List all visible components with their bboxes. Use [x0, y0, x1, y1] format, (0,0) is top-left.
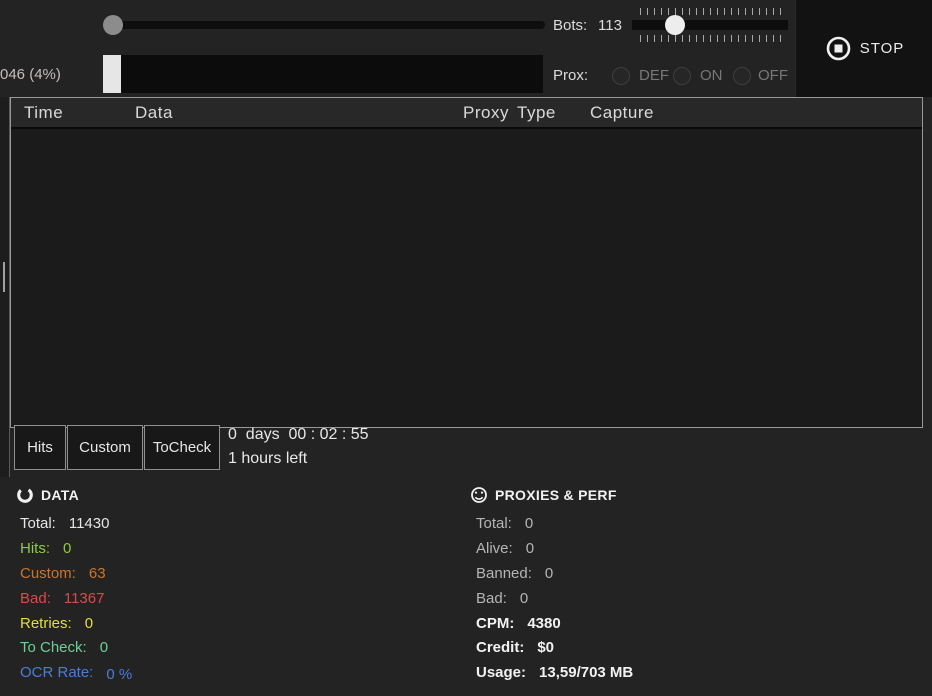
bots-slider-ticks-top	[640, 8, 781, 15]
proxies-section-header: PROXIES & PERF	[470, 486, 617, 504]
column-header-proxy[interactable]: Proxy	[463, 103, 509, 123]
bots-slider-track[interactable]	[632, 20, 788, 30]
stat-bad: Bad: 11367	[20, 589, 105, 607]
tab-tocheck[interactable]: ToCheck	[144, 425, 220, 470]
stat-cpm: CPM: 4380	[476, 614, 561, 632]
proxies-stats-list: Total: 0 Alive: 0 Banned: 0 Bad: 0 CPM: …	[476, 511, 633, 685]
proxy-stat-bad: Bad: 0	[476, 589, 529, 607]
proxy-off-radio[interactable]	[733, 67, 751, 85]
proxy-stat-alive: Alive: 0	[476, 539, 535, 557]
bots-slider[interactable]	[632, 3, 788, 47]
column-header-data[interactable]: Data	[135, 103, 173, 123]
stat-total: Total: 11430	[20, 514, 110, 532]
column-header-time[interactable]: Time	[24, 103, 63, 123]
bots-slider-handle[interactable]	[665, 15, 685, 35]
speed-slider[interactable]	[103, 14, 547, 36]
gauge-icon	[470, 486, 488, 504]
bots-slider-ticks-bottom	[640, 35, 781, 42]
bots-label: Bots:	[553, 17, 588, 34]
timer-remaining: 1 hours left	[228, 450, 308, 467]
bots-value: 113	[598, 17, 622, 34]
progress-label: 046 (4%)	[0, 66, 61, 83]
progress-bar-fill	[103, 55, 121, 93]
results-table-header: Time Data Proxy Type Capture	[11, 98, 922, 129]
ring-chart-icon	[16, 486, 34, 504]
prox-label: Prox:	[553, 67, 589, 84]
speed-slider-track[interactable]	[105, 21, 545, 29]
tab-hits[interactable]: Hits	[14, 425, 66, 470]
results-table: Time Data Proxy Type Capture	[10, 97, 923, 428]
data-section-header: DATA	[16, 486, 79, 504]
proxy-def-radio[interactable]	[612, 67, 630, 85]
proxy-on-radio[interactable]	[673, 67, 691, 85]
column-header-capture[interactable]: Capture	[590, 103, 654, 123]
proxy-def-label[interactable]: DEF	[639, 67, 669, 84]
stat-credit: Credit: $0	[476, 639, 555, 657]
left-splitter[interactable]	[0, 97, 10, 477]
proxy-off-label[interactable]: OFF	[758, 67, 788, 84]
stat-tocheck: To Check: 0	[20, 639, 109, 657]
proxy-stat-total: Total: 0	[476, 514, 534, 532]
stat-usage: Usage: 13,59/703 MB	[476, 664, 634, 682]
proxy-on-label[interactable]: ON	[700, 67, 723, 84]
checker-window: 046 (4%) Bots: 113 Prox: DEF ON OFF STOP…	[0, 0, 932, 696]
stop-button[interactable]: STOP	[795, 0, 932, 97]
proxy-stat-banned: Banned: 0	[476, 564, 554, 582]
speed-slider-handle[interactable]	[103, 15, 123, 35]
stat-custom: Custom: 63	[20, 564, 106, 582]
progress-bar	[103, 55, 543, 93]
stat-hits: Hits: 0	[20, 539, 72, 557]
stat-retries: Retries: 0	[20, 614, 94, 632]
stop-button-label: STOP	[859, 40, 905, 57]
column-header-type[interactable]: Type	[517, 103, 556, 123]
proxies-section-title: PROXIES & PERF	[495, 487, 617, 503]
tab-custom[interactable]: Custom	[67, 425, 143, 470]
splitter-grip-icon[interactable]	[3, 262, 5, 292]
data-section-title: DATA	[41, 487, 80, 503]
timer-elapsed: 0 days 00 : 02 : 55	[228, 426, 369, 443]
stat-ocr-rate: OCR Rate: 0 %	[20, 664, 133, 684]
stop-icon	[825, 35, 852, 62]
data-stats-list: Total: 11430 Hits: 0 Custom: 63 Bad: 113…	[20, 511, 132, 685]
results-table-body[interactable]	[11, 129, 922, 427]
